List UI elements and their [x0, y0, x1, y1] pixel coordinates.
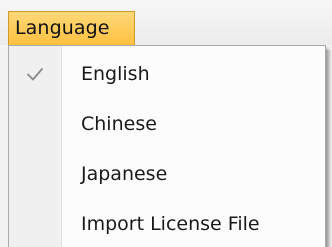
language-dropdown: English Chinese Japanese Import License …	[8, 45, 326, 247]
menu-item-label: Import License File	[81, 213, 260, 235]
menu-item-english[interactable]: English	[9, 51, 325, 97]
menu-item-label: English	[81, 63, 150, 85]
check-icon	[27, 68, 43, 81]
menu-item-label: Japanese	[81, 163, 168, 185]
menu-item-label: Chinese	[81, 113, 157, 135]
menu-item-import-license-file[interactable]: Import License File	[9, 201, 325, 247]
menu-bar: Language	[0, 0, 332, 45]
language-menu[interactable]: Language	[8, 11, 135, 45]
dropdown-shadow	[326, 50, 332, 247]
menu-item-chinese[interactable]: Chinese	[9, 101, 325, 147]
menu-item-japanese[interactable]: Japanese	[9, 151, 325, 197]
app-window: Language English Chinese Japanese Import…	[0, 0, 332, 247]
